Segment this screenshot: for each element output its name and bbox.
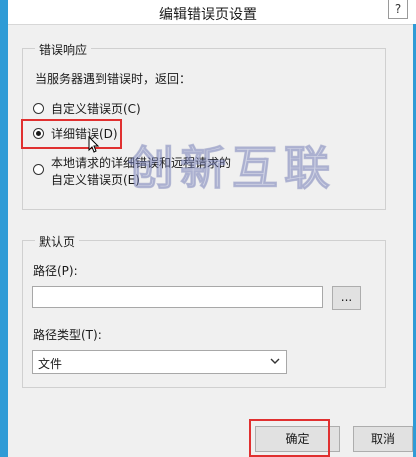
error-response-legend: 错误响应	[35, 41, 92, 58]
help-icon[interactable]: ?	[388, 0, 408, 19]
ok-button-highlight	[249, 419, 330, 457]
path-type-label: 路径类型(T):	[33, 328, 102, 342]
path-input[interactable]	[32, 286, 323, 308]
path-label: 路径(P):	[33, 264, 78, 278]
browse-button[interactable]: ...	[332, 286, 361, 310]
local-detailed-remote-custom-label-line1[interactable]: 本地请求的详细错误和远程请求的	[51, 154, 231, 171]
default-page-legend: 默认页	[35, 233, 80, 250]
custom-error-page-label[interactable]: 自定义错误页(C)	[51, 100, 141, 117]
error-response-prompt: 当服务器遇到错误时，返回：	[35, 72, 192, 86]
window-title: 编辑错误页设置	[159, 7, 257, 23]
path-type-value: 文件	[38, 357, 63, 371]
detailed-error-highlight	[21, 119, 122, 149]
local-detailed-remote-custom-radio[interactable]	[33, 164, 44, 175]
title-bar: 编辑错误页设置 ?	[0, 0, 416, 25]
custom-error-page-radio[interactable]	[33, 103, 44, 114]
window-frame-left	[0, 24, 8, 457]
mouse-cursor-icon	[88, 136, 100, 153]
chevron-down-icon	[270, 358, 280, 364]
cancel-button[interactable]: 取消	[353, 426, 413, 452]
local-detailed-remote-custom-label-line2[interactable]: 自定义错误页(E)	[51, 171, 140, 188]
path-type-select[interactable]: 文件	[32, 350, 287, 374]
